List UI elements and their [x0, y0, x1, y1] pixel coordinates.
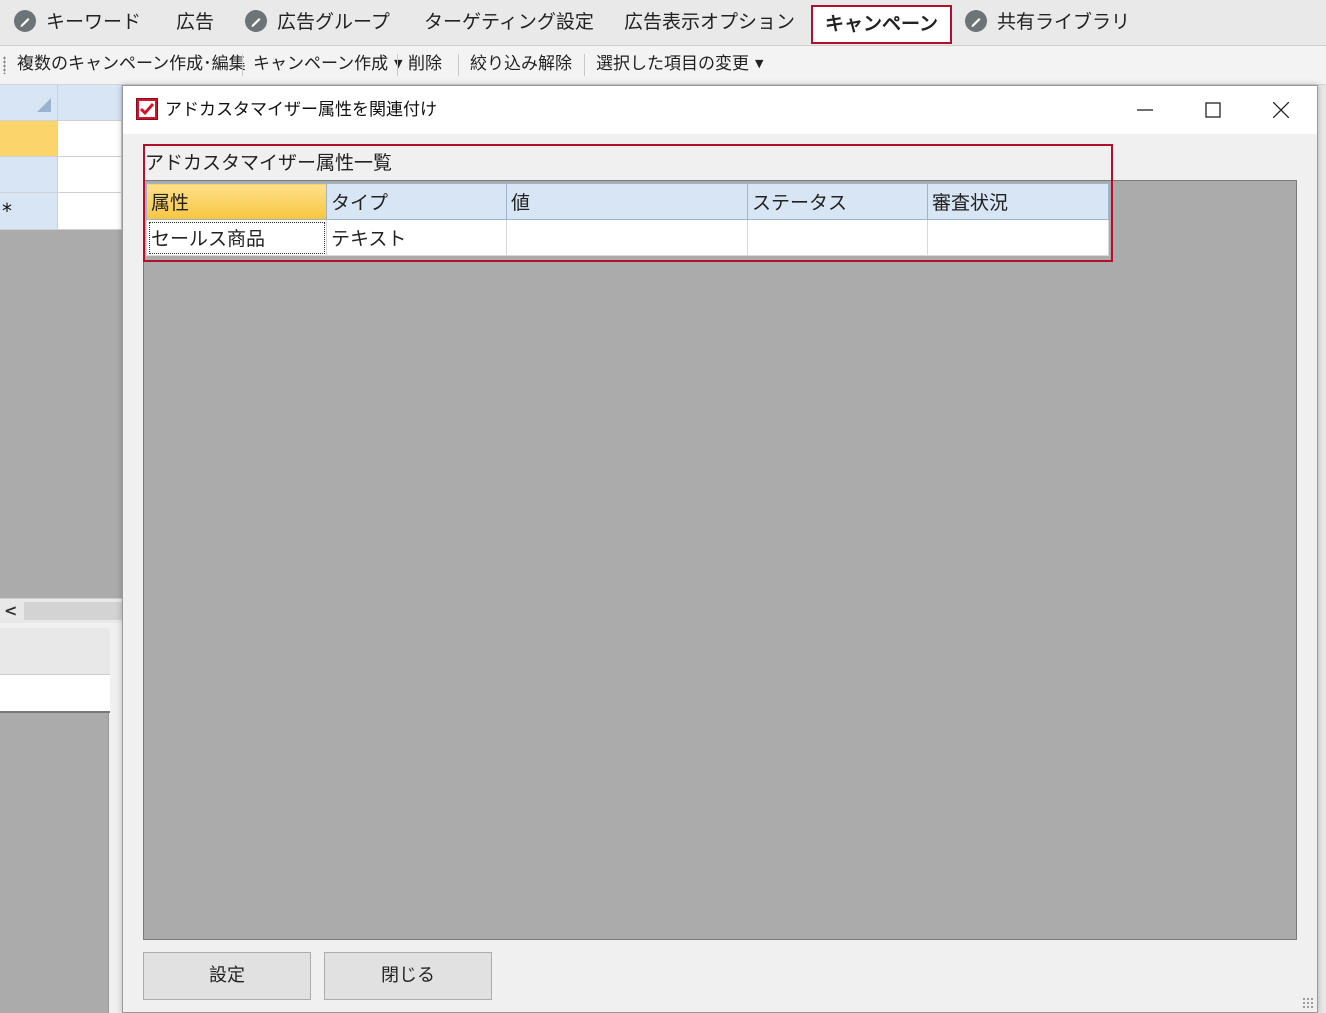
- background-grid-empty-area: [0, 230, 122, 598]
- associate-ad-customizer-dialog: アドカスタマイザー属性を関連付け アドカスタマイザー属性一覧 属性 タイプ 値 …: [122, 85, 1318, 1013]
- toolbar-separator: [242, 54, 243, 76]
- background-right-edge: [1318, 85, 1326, 1013]
- bulk-campaign-edit-button[interactable]: 複数のキャンペーン作成･編集: [17, 46, 246, 84]
- caret-down-icon: ▼: [755, 57, 764, 70]
- minimize-button[interactable]: [1111, 86, 1179, 134]
- background-panel-header: [0, 628, 110, 675]
- horizontal-scrollbar[interactable]: <: [0, 598, 122, 623]
- maximize-button[interactable]: [1179, 86, 1247, 134]
- dialog-titlebar[interactable]: アドカスタマイザー属性を関連付け: [123, 86, 1317, 134]
- tab-adgroup[interactable]: 広告グループ: [245, 2, 390, 42]
- sort-triangle-icon: [37, 98, 51, 112]
- grid-cell[interactable]: [58, 157, 122, 193]
- grid-row-header[interactable]: [0, 157, 58, 193]
- grid-cell[interactable]: [58, 193, 122, 230]
- tab-campaign[interactable]: キャンペーン: [811, 5, 953, 44]
- dialog-title: アドカスタマイザー属性を関連付け: [165, 100, 437, 120]
- ribbon-tab-bar: キーワード 広告 広告グループ ターゲティング設定 広告表示オプション キャンペ…: [0, 0, 1326, 46]
- tab-targeting[interactable]: ターゲティング設定: [424, 2, 594, 42]
- grid-column-header[interactable]: [58, 85, 122, 121]
- scrollbar-thumb[interactable]: [24, 602, 122, 620]
- resize-grip[interactable]: [1302, 997, 1314, 1009]
- app-check-icon: [136, 98, 158, 120]
- caret-down-icon: ▼: [394, 57, 403, 70]
- tab-ad-extensions[interactable]: 広告表示オプション: [624, 2, 795, 42]
- pencil-icon: [965, 9, 987, 32]
- scroll-left-icon[interactable]: <: [4, 599, 17, 623]
- close-icon: [1273, 102, 1289, 118]
- apply-button[interactable]: 設定: [143, 952, 311, 1000]
- create-campaign-button[interactable]: キャンペーン作成 ▼: [253, 46, 403, 84]
- grid-corner-header[interactable]: [0, 85, 58, 121]
- toolbar-separator: [458, 54, 459, 76]
- grid-cell[interactable]: [58, 121, 122, 157]
- pencil-icon: [245, 9, 267, 32]
- clear-filter-button[interactable]: 絞り込み解除: [470, 46, 572, 84]
- toolbar-grip[interactable]: [3, 56, 6, 74]
- tab-ads[interactable]: 広告: [176, 2, 214, 42]
- close-window-button[interactable]: [1247, 86, 1315, 134]
- new-row-marker[interactable]: *: [0, 193, 58, 230]
- tab-keyword[interactable]: キーワード: [14, 2, 141, 42]
- background-panel-empty-area: [0, 713, 109, 1013]
- customizer-attribute-grid[interactable]: 属性 タイプ 値 ステータス 審査状況 セールス商品 テキスト: [143, 180, 1297, 940]
- tab-shared-library[interactable]: 共有ライブラリ: [965, 2, 1130, 42]
- toolbar-separator: [584, 54, 585, 76]
- attribute-list-highlight: [143, 144, 1113, 262]
- close-button[interactable]: 閉じる: [324, 952, 492, 1000]
- delete-button[interactable]: 削除: [408, 46, 442, 84]
- background-panel-row: [0, 675, 110, 713]
- pencil-icon: [14, 9, 36, 32]
- toolbar-separator: [397, 54, 398, 76]
- minimize-icon: [1137, 109, 1153, 111]
- toolbar: 複数のキャンペーン作成･編集 キャンペーン作成 ▼ 削除 絞り込み解除 選択した項…: [0, 46, 1326, 85]
- maximize-icon: [1205, 102, 1221, 118]
- grid-row-selected[interactable]: [0, 121, 58, 157]
- change-selected-button[interactable]: 選択した項目の変更 ▼: [596, 46, 763, 84]
